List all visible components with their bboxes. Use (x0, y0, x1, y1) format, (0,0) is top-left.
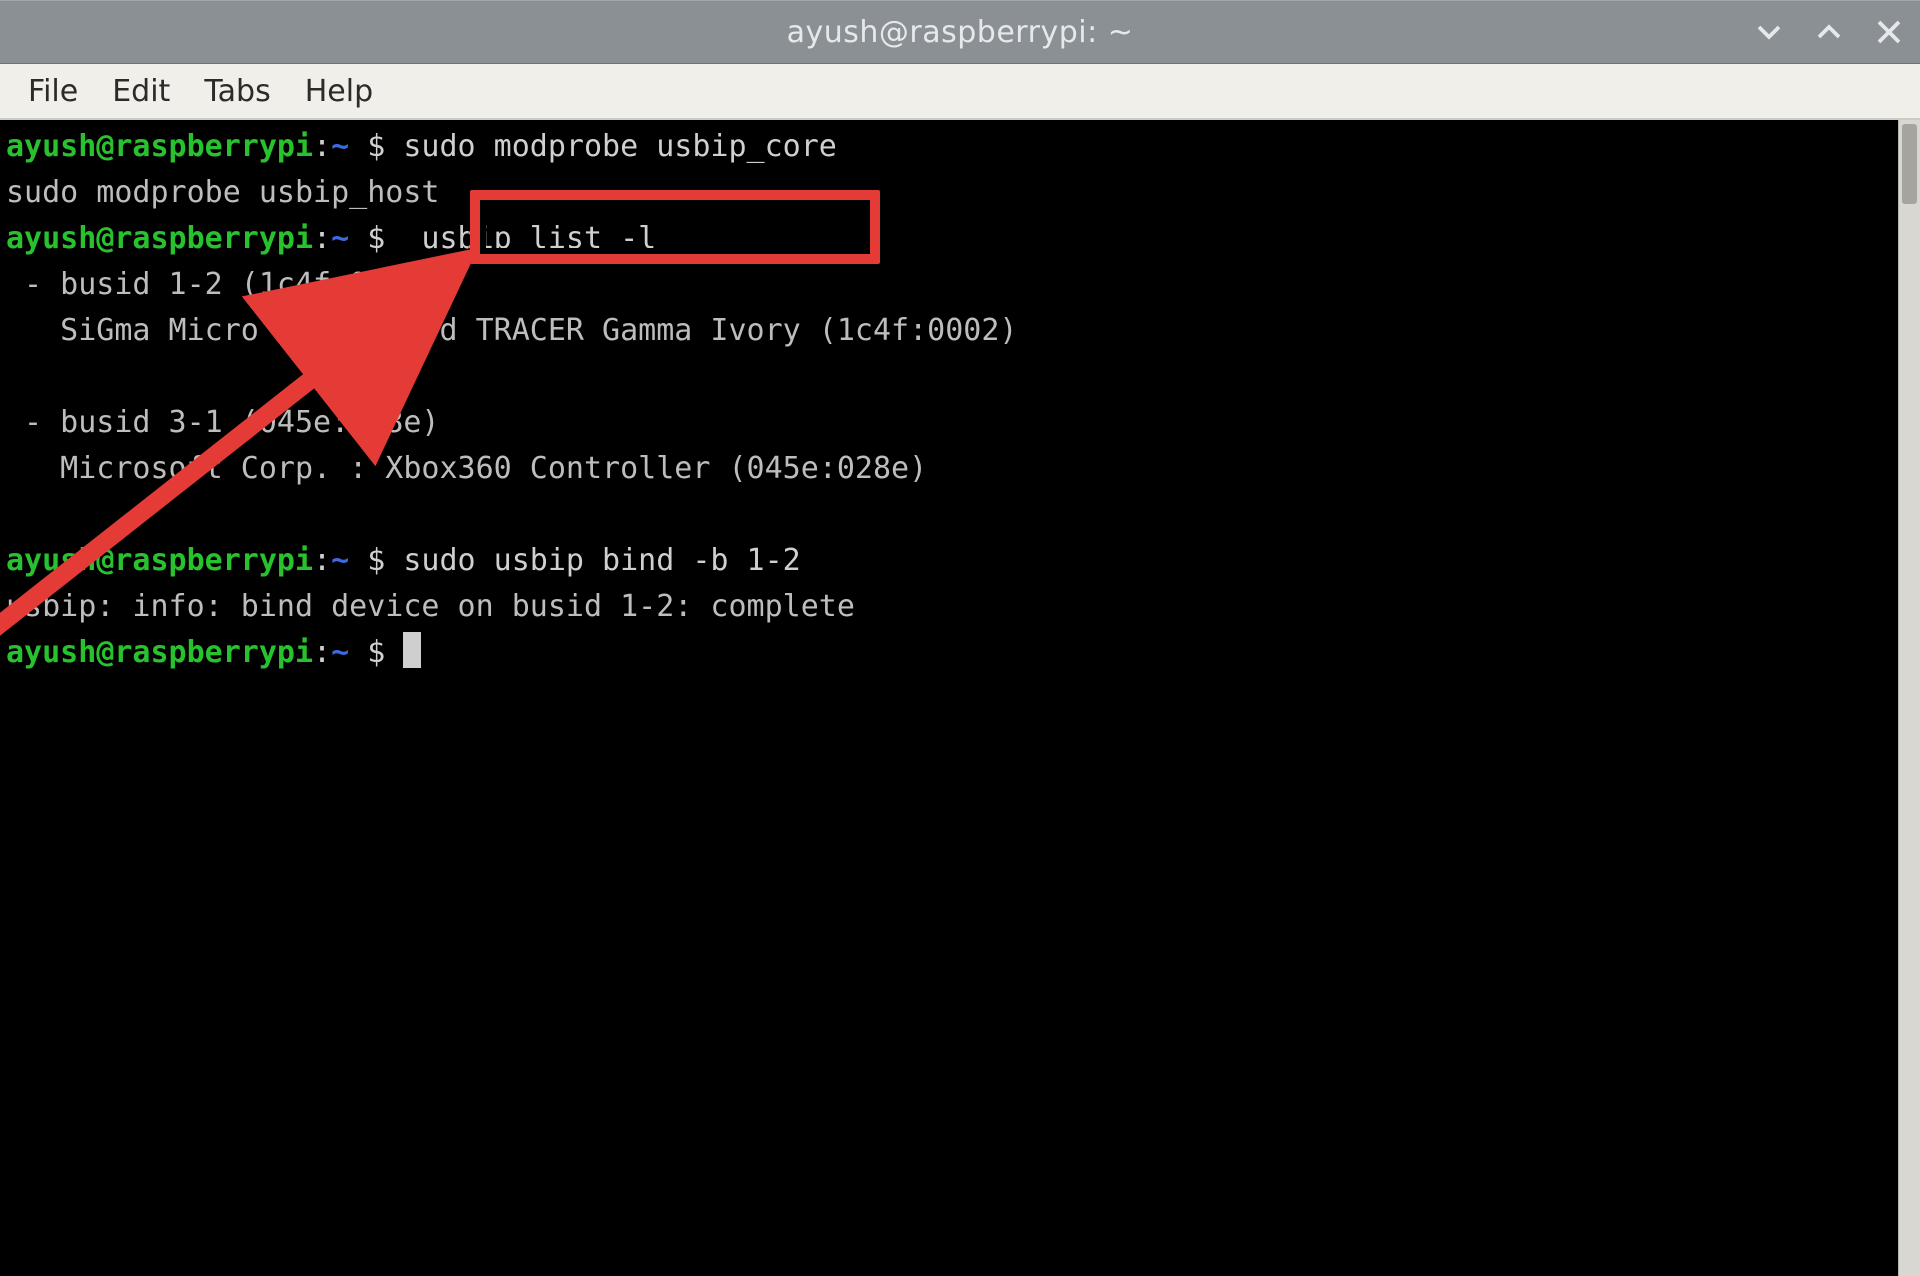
terminal-command: sudo usbip bind -b 1-2 (403, 543, 800, 578)
terminal-line: ayush@raspberrypi:~ $ usbip list -l (6, 216, 1892, 262)
prompt-user-host: ayush@raspberrypi (6, 221, 313, 256)
menu-file[interactable]: File (14, 68, 92, 115)
menu-edit[interactable]: Edit (98, 68, 184, 115)
window-titlebar: ayush@raspberrypi: ~ (0, 0, 1920, 64)
terminal-command: sudo modprobe usbip_core (403, 129, 836, 164)
prompt-user-host: ayush@raspberrypi (6, 635, 313, 670)
prompt-path: ~ (331, 635, 349, 670)
terminal[interactable]: ayush@raspberrypi:~ $ sudo modprobe usbi… (0, 120, 1898, 1276)
prompt-symbol: $ (349, 543, 403, 578)
terminal-line (6, 354, 1892, 400)
terminal-output: usbip: info: bind device on busid 1-2: c… (6, 589, 855, 624)
terminal-line: Microsoft Corp. : Xbox360 Controller (04… (6, 446, 1892, 492)
prompt-symbol: $ (349, 635, 403, 670)
terminal-line: - busid 1-2 (1c4f:0002) (6, 262, 1892, 308)
minimize-icon[interactable] (1752, 15, 1786, 49)
scrollbar[interactable] (1898, 120, 1920, 1276)
terminal-line: sudo modprobe usbip_host (6, 170, 1892, 216)
prompt-path: ~ (331, 543, 349, 578)
terminal-output: SiGma Micro : Keyboard TRACER Gamma Ivor… (6, 313, 1017, 348)
menu-help[interactable]: Help (291, 68, 387, 115)
menubar: File Edit Tabs Help (0, 64, 1920, 120)
prompt-symbol: $ (349, 129, 403, 164)
terminal-line: - busid 3-1 (045e:028e) (6, 400, 1892, 446)
prompt-colon: : (313, 543, 331, 578)
close-icon[interactable] (1872, 15, 1906, 49)
terminal-output: sudo modprobe usbip_host (6, 175, 439, 210)
window-controls (1752, 1, 1906, 63)
terminal-wrapper: ayush@raspberrypi:~ $ sudo modprobe usbi… (0, 120, 1920, 1276)
prompt-colon: : (313, 221, 331, 256)
window-title: ayush@raspberrypi: ~ (787, 15, 1134, 50)
terminal-line: ayush@raspberrypi:~ $ (6, 630, 1892, 676)
prompt-path: ~ (331, 221, 349, 256)
terminal-line: usbip: info: bind device on busid 1-2: c… (6, 584, 1892, 630)
prompt-colon: : (313, 129, 331, 164)
terminal-line: ayush@raspberrypi:~ $ sudo usbip bind -b… (6, 538, 1892, 584)
menu-tabs[interactable]: Tabs (190, 68, 284, 115)
terminal-line (6, 492, 1892, 538)
prompt-user-host: ayush@raspberrypi (6, 129, 313, 164)
terminal-line: SiGma Micro : Keyboard TRACER Gamma Ivor… (6, 308, 1892, 354)
terminal-output: Microsoft Corp. : Xbox360 Controller (04… (6, 451, 927, 486)
terminal-cursor (403, 632, 421, 668)
prompt-symbol: $ (349, 221, 403, 256)
terminal-line: ayush@raspberrypi:~ $ sudo modprobe usbi… (6, 124, 1892, 170)
scrollbar-thumb[interactable] (1902, 124, 1917, 204)
prompt-path: ~ (331, 129, 349, 164)
terminal-output: - busid 3-1 (045e:028e) (6, 405, 439, 440)
terminal-command: usbip list -l (403, 221, 656, 256)
terminal-output: - busid 1-2 (1c4f:0002) (6, 267, 439, 302)
prompt-colon: : (313, 635, 331, 670)
prompt-user-host: ayush@raspberrypi (6, 543, 313, 578)
maximize-icon[interactable] (1812, 15, 1846, 49)
